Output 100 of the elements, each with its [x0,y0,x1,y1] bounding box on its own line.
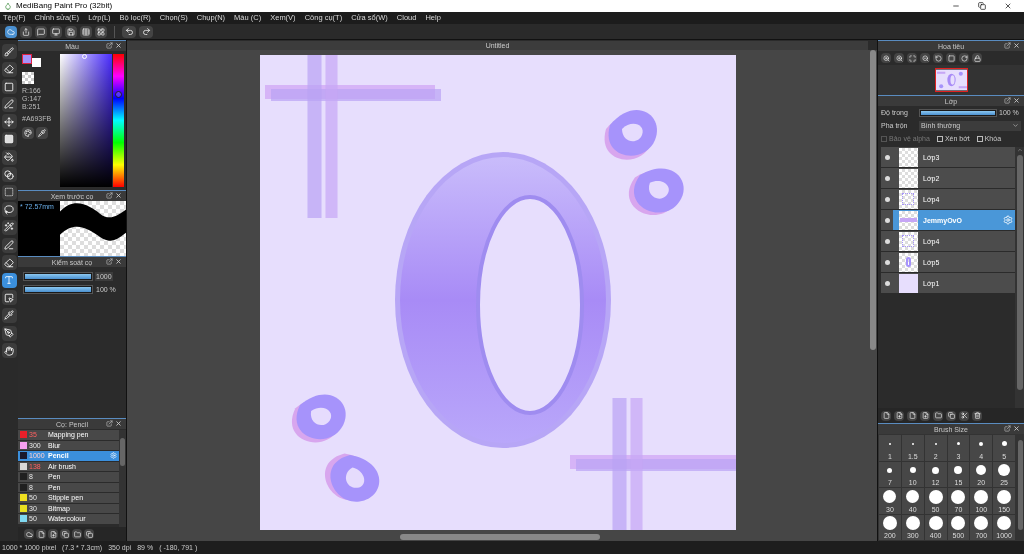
toolbar-icon [947,412,955,419]
navigator-button[interactable] [920,53,930,63]
select-eraser-tool-button[interactable] [1,255,17,271]
slider-fill[interactable] [25,274,91,279]
undo-button[interactable] [122,25,136,38]
toolbar-icon [52,27,60,36]
brush-toolbar-button[interactable] [60,529,70,539]
foreground-color-swatch[interactable] [22,54,32,64]
slider-fill[interactable] [25,287,91,292]
layer-toolbar-button[interactable] [907,410,917,421]
select-pen-tool-button[interactable] [1,237,17,253]
hand-tool-button[interactable] [1,343,17,359]
lasso-tool-button[interactable] [1,202,17,218]
fill-tool-button[interactable] [1,131,17,147]
select-tool-button[interactable] [1,184,17,200]
navigator-button[interactable] [959,53,969,63]
restore-icon[interactable] [978,2,986,10]
toolbar-button[interactable] [80,25,92,38]
toolbar-icon [97,27,105,36]
scrollbar[interactable] [1015,147,1024,408]
undock-icon[interactable] [106,420,113,427]
toolbar-icon [85,530,93,538]
layer-toolbar-button[interactable] [946,410,956,421]
layer-toolbar-button[interactable] [920,410,930,421]
brush-icon [4,46,14,57]
layer-thumbnail [898,252,918,272]
layer-toolbar-button[interactable] [894,410,904,421]
layer-thumbnail [898,231,918,251]
gradient-tool-button[interactable] [1,167,17,183]
text-icon [4,275,14,286]
toolbar-button[interactable] [5,25,17,38]
hue-bar[interactable] [113,54,124,187]
toolbar-button[interactable] [95,25,107,38]
undock-icon[interactable] [1004,425,1011,432]
wand-tool-button[interactable] [1,219,17,235]
brush-toolbar-button[interactable] [72,529,82,539]
wand-icon [4,222,14,233]
toolbar-icon [25,530,33,538]
hue-marker[interactable] [115,91,123,98]
close-icon[interactable] [1004,2,1012,10]
layer-toolbar-button[interactable] [933,410,943,421]
bucket-tool-button[interactable] [1,149,17,165]
rectangle-tool-button[interactable] [1,79,17,95]
navigator-icon [960,54,968,62]
navigator-icon [947,54,955,62]
scrollbar[interactable] [1016,434,1024,541]
saturation-value-square[interactable] [60,54,113,187]
navigator-button[interactable] [881,53,891,63]
navigator-button[interactable] [894,53,904,63]
brush-toolbar-button[interactable] [48,529,58,539]
select-icon [4,187,14,198]
navigator-button[interactable] [972,53,982,63]
palette-button[interactable] [22,127,34,139]
toolbar-button[interactable] [50,25,62,38]
navigator-icon [921,54,929,62]
eyedropper-tool-button[interactable] [1,307,17,323]
layer-toolbar-button[interactable] [959,410,969,421]
toolbar-icon [973,412,981,419]
rectangle-icon [4,81,14,92]
move-tool-button[interactable] [1,114,17,130]
fill-icon [4,134,14,145]
brush-toolbar-button[interactable] [84,529,94,539]
brush-toolbar-button[interactable] [24,529,34,539]
navigator-button[interactable] [933,53,943,63]
undock-icon[interactable] [1004,97,1011,104]
layer-toolbar-button[interactable] [881,410,891,421]
operation-tool-button[interactable] [1,290,17,306]
toolbar-icon [49,530,57,538]
brush-tool-button[interactable] [1,44,17,59]
eraser-tool-button[interactable] [1,61,17,77]
scrollbar[interactable] [119,430,126,527]
transparent-color-swatch[interactable] [22,72,34,84]
toolbar-button[interactable] [20,25,32,38]
navigator-icon [895,54,903,62]
layer-toolbar-button[interactable] [972,410,982,421]
pen-tool-button[interactable] [1,325,17,341]
toolbar-icon [7,27,15,36]
undock-icon[interactable] [1004,42,1011,49]
toolbar-icon [37,27,45,36]
layer-thumbnail [898,273,918,293]
brush-toolbar-button[interactable] [36,529,46,539]
toolbar-icon [67,27,75,36]
layer-thumbnail [898,210,918,230]
navigator-icon [973,54,981,62]
toolbar-button[interactable] [35,25,47,38]
redo-button[interactable] [139,25,153,38]
view-frame[interactable] [934,68,968,92]
undock-icon[interactable] [106,42,113,49]
navigator-button[interactable] [946,53,956,63]
text-tool-button[interactable] [1,272,17,288]
eraser-icon [4,64,14,75]
undock-icon[interactable] [106,192,113,199]
background-color-swatch[interactable] [32,58,41,67]
eyedropper-icon [38,129,46,137]
color-picker-button[interactable] [36,127,48,139]
navigator-icon [882,54,890,62]
navigator-button[interactable] [907,53,917,63]
undock-icon[interactable] [106,258,113,265]
opacity-fill[interactable] [921,110,995,115]
toolbar-button[interactable] [65,25,77,38]
